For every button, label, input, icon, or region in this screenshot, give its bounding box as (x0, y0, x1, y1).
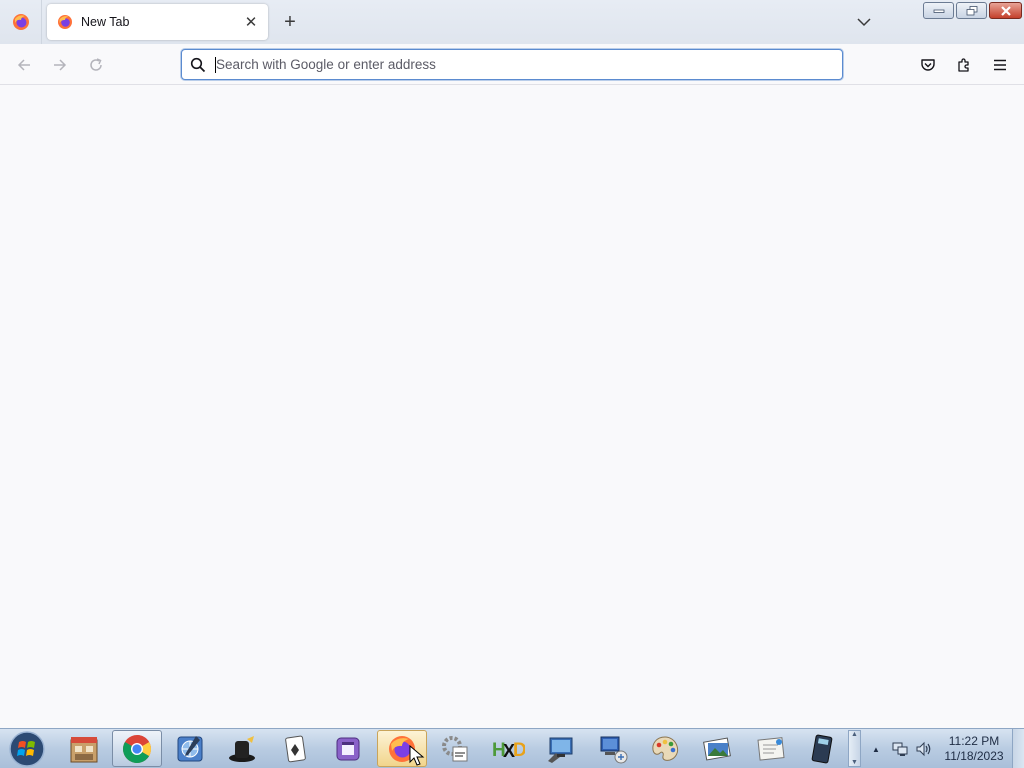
close-icon (1000, 5, 1011, 16)
top-hat-icon (229, 735, 255, 762)
taskbar-chrome[interactable] (112, 730, 162, 767)
hxd-icon: H X D (492, 740, 525, 761)
document-icon (757, 736, 785, 761)
windows-start-orb-icon (9, 731, 45, 767)
chevron-down-icon (857, 18, 871, 27)
reload-icon (90, 58, 102, 71)
taskbar-calculator[interactable] (797, 730, 847, 767)
app-menu-button[interactable] (987, 52, 1013, 78)
taskbar-purple-app[interactable] (323, 730, 373, 767)
calculator-icon (811, 734, 833, 763)
firefox-view-button[interactable] (0, 0, 42, 44)
reload-button[interactable] (83, 52, 109, 78)
page-content (0, 85, 1024, 728)
new-tab-button[interactable]: + (277, 9, 303, 35)
svg-text:D: D (513, 740, 525, 761)
taskbar-network-connection[interactable] (588, 730, 638, 767)
volume-tray-button[interactable] (914, 739, 934, 759)
extensions-button[interactable] (951, 52, 977, 78)
window-controls (923, 2, 1022, 19)
gear-document-icon (442, 735, 468, 761)
chrome-icon (123, 734, 151, 763)
firefox-icon (12, 14, 29, 30)
taskbar-photo-viewer[interactable] (693, 730, 743, 767)
cabinet-store-icon (70, 736, 98, 762)
minimize-button[interactable] (923, 2, 954, 19)
navigation-toolbar (0, 44, 1024, 85)
paint-palette-icon (652, 735, 679, 761)
extensions-icon (958, 58, 969, 72)
show-hidden-icons-button[interactable]: ▲ (866, 739, 886, 759)
taskbar-paint-palette[interactable] (640, 730, 690, 767)
desktop: New Tab ✕ + Search with Google or enter … (0, 0, 1024, 768)
scroll-down-icon[interactable]: ▼ (851, 759, 858, 766)
speaker-icon (916, 741, 931, 757)
tray-arrow-icon: ▲ (872, 744, 880, 754)
taskbar: H X D ▲ ▼ ▲ 11:22 PM 11/18/2023 (0, 728, 1024, 768)
scroll-up-icon[interactable]: ▲ (851, 731, 858, 738)
save-to-pocket-button[interactable] (915, 52, 941, 78)
close-window-button[interactable] (989, 2, 1022, 19)
pocket-icon (921, 59, 935, 71)
text-caret (215, 57, 216, 73)
restore-icon (966, 5, 977, 15)
tab-close-icon[interactable]: ✕ (240, 11, 262, 33)
purple-window-icon (336, 737, 360, 760)
taskbar-network-tool[interactable] (165, 730, 215, 767)
remote-desktop-icon (548, 737, 573, 763)
taskbar-firefox[interactable] (377, 730, 427, 767)
network-icon (892, 742, 908, 756)
photo-viewer-icon (703, 736, 731, 761)
clock-time: 11:22 PM (948, 734, 1000, 748)
firefox-icon (58, 15, 72, 29)
network-tool-icon (177, 735, 203, 761)
taskbar-remote-desktop[interactable] (535, 730, 585, 767)
taskbar-file-manager[interactable] (59, 730, 109, 767)
restore-button[interactable] (956, 2, 987, 19)
forward-button[interactable] (47, 52, 73, 78)
hamburger-menu-icon (994, 59, 1006, 71)
tab-strip: New Tab ✕ + (0, 0, 1024, 44)
network-connection-icon (600, 736, 628, 763)
list-all-tabs-button[interactable] (851, 9, 877, 35)
show-desktop-button[interactable] (1012, 729, 1024, 768)
mouse-cursor-icon (409, 745, 425, 766)
tab-new-tab[interactable]: New Tab ✕ (47, 4, 268, 40)
address-input[interactable] (216, 57, 842, 72)
address-bar[interactable] (181, 49, 843, 80)
taskbar-solitaire[interactable] (270, 730, 320, 767)
system-clock[interactable]: 11:22 PM 11/18/2023 (938, 734, 1010, 764)
taskbar-scroll[interactable]: ▲ ▼ (848, 730, 861, 767)
back-button[interactable] (11, 52, 37, 78)
forward-arrow-icon (54, 59, 67, 71)
tab-title: New Tab (81, 15, 130, 29)
search-icon (190, 57, 206, 72)
back-arrow-icon (17, 59, 30, 71)
clock-date: 11/18/2023 (944, 749, 1004, 763)
minimize-icon (933, 9, 944, 13)
taskbar-hxd-hex-editor[interactable]: H X D (483, 730, 533, 767)
taskbar-notepad-document[interactable] (745, 730, 795, 767)
playing-card-icon (285, 735, 306, 762)
taskbar-settings-app[interactable] (430, 730, 480, 767)
start-button[interactable] (5, 730, 49, 768)
network-tray-button[interactable] (890, 739, 910, 759)
taskbar-top-hat-app[interactable] (218, 730, 268, 767)
